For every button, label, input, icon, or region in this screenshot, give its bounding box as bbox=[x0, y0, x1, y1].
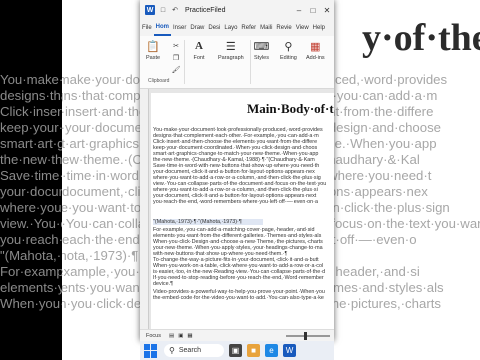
bg-left-line: where·you·want·to·add·a·row·or·a·column,… bbox=[0, 200, 62, 215]
bg-left-line: Save·time·in·word·with·new·buttons·that·… bbox=[0, 168, 62, 183]
format-painter-icon[interactable]: 🖌 bbox=[172, 66, 181, 74]
bg-left-line: elements·you·want·from·the·different·gal… bbox=[0, 280, 62, 295]
view-mode-icons: ▤ ▣ ▦ bbox=[169, 333, 193, 339]
styles-button[interactable]: ⌨ Styles bbox=[253, 39, 270, 62]
document-line: "(Mahota,·1973)·¶·"(Mahota,·1973)·¶ bbox=[153, 219, 242, 225]
bg-left-line: Click·insert·and·then·choose·the·element… bbox=[0, 104, 62, 119]
close-icon[interactable]: ✕ bbox=[320, 0, 334, 20]
bg-left-line: view.·You·can·collapse·parts·of·the·docu… bbox=[0, 216, 62, 231]
bg-line: "(Mahota,·1973)·¶ bbox=[62, 248, 139, 263]
paragraph-label: Paragraph bbox=[218, 55, 244, 61]
file-explorer-icon[interactable]: ■ bbox=[247, 344, 260, 357]
clipboard-group-label: Clipboard bbox=[148, 78, 170, 84]
zoom-slider[interactable] bbox=[286, 332, 330, 340]
page-heading: Main·Body·of·the· bbox=[247, 101, 334, 116]
task-view-icon[interactable]: ▣ bbox=[229, 344, 242, 357]
status-bar: Focus ▤ ▣ ▦ bbox=[140, 329, 334, 341]
taskbar: ⚲ Search ▣ ■ e W bbox=[140, 341, 334, 360]
bg-left-line: "(Mahota,·1973)·¶ bbox=[0, 248, 62, 263]
tab-references[interactable]: Refer bbox=[239, 20, 258, 36]
ribbon-tabs: File Hom Inser Draw Desi Layo Refer Mail… bbox=[140, 20, 334, 36]
bg-left-line: your·document,·click·it·and·a·button·for… bbox=[0, 184, 62, 199]
paragraph-button[interactable]: ☰ Paragraph bbox=[218, 39, 244, 62]
window-title: PracticeFiled bbox=[185, 6, 226, 14]
word-taskbar-icon[interactable]: W bbox=[283, 344, 296, 357]
paragraph-icon: ☰ bbox=[225, 40, 236, 53]
web-layout-icon[interactable]: ▦ bbox=[187, 333, 192, 339]
addins-button[interactable]: ▦ Add-ins bbox=[306, 39, 325, 62]
tab-layout[interactable]: Layo bbox=[222, 20, 239, 36]
tab-home[interactable]: Hom bbox=[153, 20, 172, 36]
tab-help[interactable]: Help bbox=[311, 20, 327, 36]
bg-heading: y·of·the· bbox=[362, 17, 480, 59]
bg-left-line: designs·that·complement·each·other.·For·… bbox=[0, 88, 62, 103]
word-window: W □ ↶ PracticeFiled – □ ✕ File Hom Inser… bbox=[140, 0, 334, 341]
tab-review[interactable]: Revie bbox=[274, 20, 293, 36]
print-layout-icon[interactable]: ▣ bbox=[178, 333, 183, 339]
search-icon: ⚲ bbox=[169, 346, 175, 355]
addins-label: Add-ins bbox=[306, 55, 325, 61]
tab-draw[interactable]: Draw bbox=[188, 20, 206, 36]
search-icon: ⚲ bbox=[284, 40, 293, 53]
tab-insert[interactable]: Inser bbox=[171, 20, 188, 36]
bg-left-line: When·you·click·design·and·choose·a·new·t… bbox=[0, 296, 62, 311]
taskbar-search-label: Search bbox=[178, 347, 202, 354]
styles-label: Styles bbox=[254, 55, 269, 61]
tab-file[interactable]: File bbox=[140, 20, 154, 36]
undo-icon[interactable]: ↶ bbox=[171, 6, 179, 14]
font-button[interactable]: A Font bbox=[192, 39, 206, 61]
document-canvas: Main·Body·of·the· You·make·your·document… bbox=[140, 89, 334, 329]
addins-icon: ▦ bbox=[310, 40, 321, 53]
ribbon: 📋 Paste ✂ ❐ 🖌 Clipboard A Font ☰ Paragra… bbox=[140, 36, 334, 89]
title-bar: W □ ↶ PracticeFiled – □ ✕ bbox=[140, 0, 334, 20]
focus-mode-button[interactable]: Focus bbox=[146, 333, 161, 339]
bg-left-line: you·reach·the·end,·word·remembers·where·… bbox=[0, 232, 62, 247]
tab-design[interactable]: Desi bbox=[206, 20, 222, 36]
windows-start-icon[interactable] bbox=[144, 343, 158, 358]
vertical-ruler bbox=[140, 89, 149, 329]
styles-icon: ⌨ bbox=[253, 40, 270, 53]
document-line: If·you·need·to·stop·reading·before·you·r… bbox=[153, 275, 324, 281]
font-icon: A bbox=[195, 40, 203, 52]
bg-left-line: the·new·theme.·(Chaudhary·&·Kamal,·1988)… bbox=[0, 152, 62, 167]
zoom-slider-thumb[interactable] bbox=[304, 332, 307, 340]
font-label: Font bbox=[193, 55, 205, 61]
ribbon-divider bbox=[184, 40, 185, 84]
bg-left-line: You·make·your·document·look·professional… bbox=[0, 72, 62, 87]
editing-button[interactable]: ⚲ Editing bbox=[280, 39, 297, 62]
tab-mailings[interactable]: Maili bbox=[258, 20, 274, 36]
edge-icon[interactable]: e bbox=[265, 344, 278, 357]
background-left-strip: You·make·your·document·look·professional… bbox=[0, 0, 62, 360]
taskbar-search[interactable]: ⚲ Search bbox=[164, 344, 224, 357]
document-line: the·embed·code·for·the·video·you·want·to… bbox=[153, 295, 324, 301]
maximize-icon[interactable]: □ bbox=[306, 0, 320, 20]
minimize-icon[interactable]: – bbox=[292, 0, 306, 20]
bg-left-line: For·example,·you·can·add·a·matching·cove… bbox=[0, 264, 62, 279]
save-icon[interactable]: □ bbox=[159, 6, 167, 14]
document-line: you·reach·the·end,·word·remembers·where·… bbox=[153, 199, 318, 205]
editing-label: Editing bbox=[280, 55, 297, 61]
document-line: device.¶ bbox=[153, 281, 173, 287]
paste-label: Paste bbox=[146, 55, 161, 61]
paste-button[interactable]: 📋 Paste bbox=[146, 39, 161, 62]
copy-icon[interactable]: ❐ bbox=[172, 54, 180, 62]
ribbon-divider bbox=[250, 40, 251, 84]
tab-view[interactable]: View bbox=[294, 20, 311, 36]
bg-left-line: smart·art·graphics·change·to·match·your·… bbox=[0, 136, 62, 151]
read-mode-icon[interactable]: ▤ bbox=[169, 333, 174, 339]
video-frame: You·make·your·document·look·professional… bbox=[0, 0, 480, 360]
bg-left-line: keep·your·document·coordinated.·When·you… bbox=[0, 120, 62, 135]
word-app-icon: W bbox=[145, 5, 155, 15]
cut-icon[interactable]: ✂ bbox=[172, 42, 180, 50]
document-page[interactable]: Main·Body·of·the· You·make·your·document… bbox=[151, 93, 334, 329]
clipboard-icon: 📋 bbox=[146, 40, 160, 53]
